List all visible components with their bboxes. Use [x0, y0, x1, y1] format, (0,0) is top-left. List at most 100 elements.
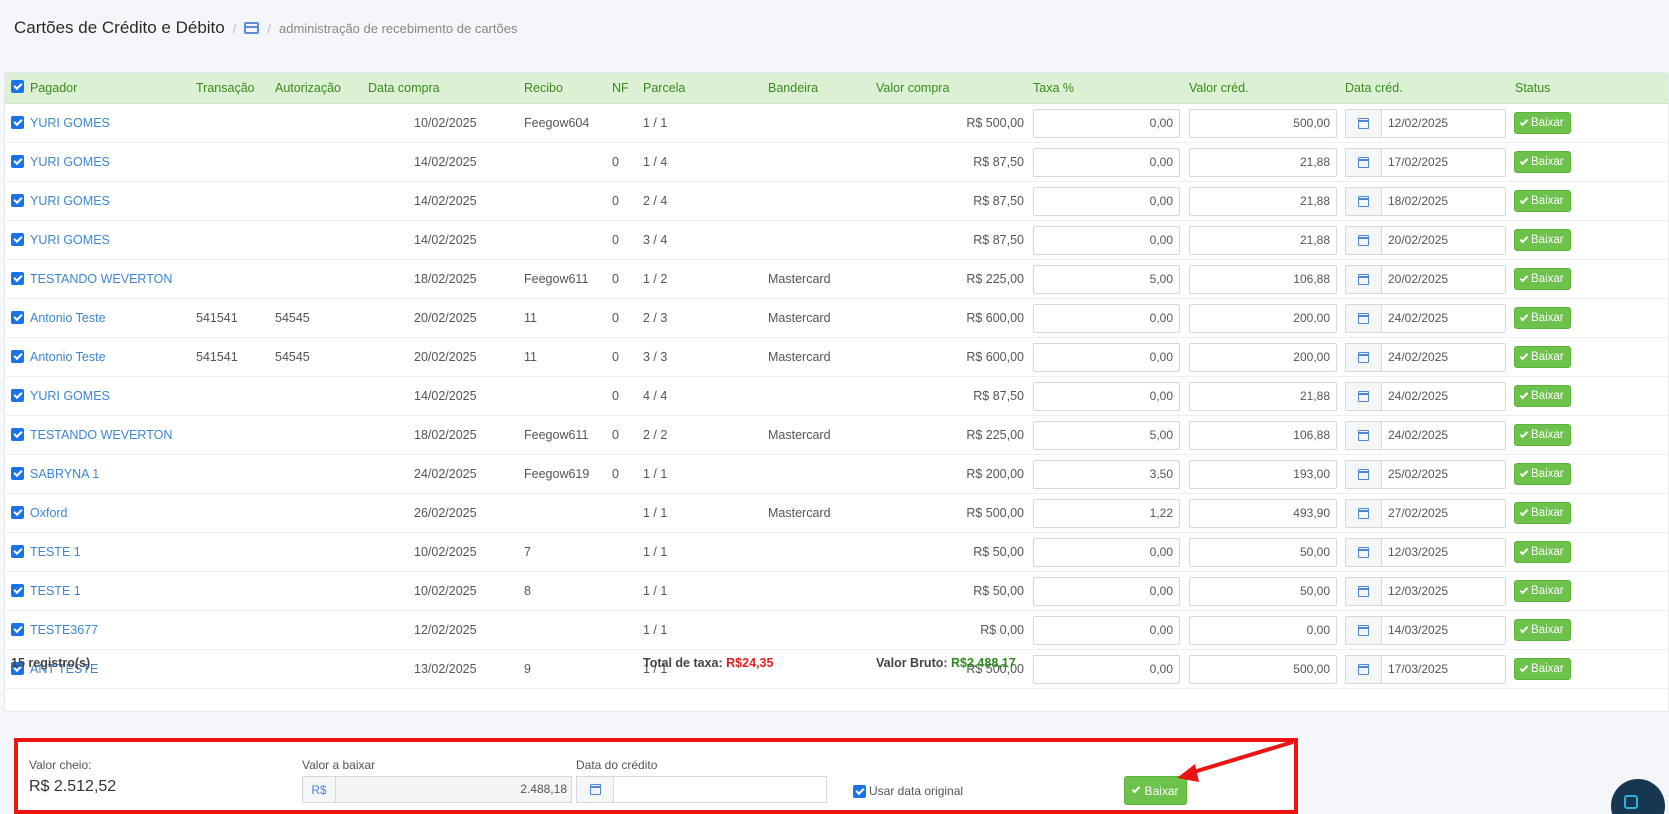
- row-baixar-button[interactable]: Baixar: [1514, 463, 1571, 485]
- col-autorizacao[interactable]: Autorização: [275, 73, 341, 104]
- row-baixar-button[interactable]: Baixar: [1514, 112, 1571, 134]
- payer-link[interactable]: TESTANDO WEVERTON: [30, 260, 172, 299]
- credit-date-calendar-button[interactable]: [1345, 460, 1381, 489]
- payer-link[interactable]: SABRYNA 1: [30, 455, 99, 494]
- row-baixar-button[interactable]: Baixar: [1514, 229, 1571, 251]
- credit-date-calendar-button[interactable]: [1345, 343, 1381, 372]
- col-pagador[interactable]: Pagador: [30, 73, 77, 104]
- payer-link[interactable]: YURI GOMES: [30, 221, 110, 260]
- credit-value-input[interactable]: 200,00: [1189, 343, 1337, 372]
- payer-link[interactable]: Antonio Teste: [30, 338, 106, 377]
- credit-date-calendar-button[interactable]: [1345, 382, 1381, 411]
- payer-link[interactable]: YURI GOMES: [30, 143, 110, 182]
- credit-date-input[interactable]: 12/03/2025: [1381, 577, 1506, 606]
- credit-date-input[interactable]: 24/02/2025: [1381, 343, 1506, 372]
- row-baixar-button[interactable]: Baixar: [1514, 502, 1571, 524]
- usar-data-original-checkbox[interactable]: [853, 785, 866, 798]
- row-checkbox[interactable]: [11, 311, 24, 324]
- credit-date-input[interactable]: 20/02/2025: [1381, 265, 1506, 294]
- credit-date-calendar-button[interactable]: [1345, 109, 1381, 138]
- payer-link[interactable]: TESTANDO WEVERTON: [30, 416, 172, 455]
- credit-date-input[interactable]: 24/02/2025: [1381, 382, 1506, 411]
- row-baixar-button[interactable]: Baixar: [1514, 619, 1571, 641]
- credit-date-input[interactable]: 14/03/2025: [1381, 616, 1506, 645]
- fee-percent-input[interactable]: 5,00: [1033, 421, 1180, 450]
- credit-date-calendar-button[interactable]: [1345, 226, 1381, 255]
- row-checkbox[interactable]: [11, 350, 24, 363]
- row-checkbox[interactable]: [11, 116, 24, 129]
- credit-value-input[interactable]: 106,88: [1189, 421, 1337, 450]
- credit-date-input[interactable]: 12/03/2025: [1381, 538, 1506, 567]
- credit-value-input[interactable]: 0,00: [1189, 616, 1337, 645]
- credit-date-calendar-button[interactable]: [1345, 577, 1381, 606]
- fee-percent-input[interactable]: 1,22: [1033, 499, 1180, 528]
- credit-date-input[interactable]: 25/02/2025: [1381, 460, 1506, 489]
- row-baixar-button[interactable]: Baixar: [1514, 268, 1571, 290]
- credit-value-input[interactable]: 200,00: [1189, 304, 1337, 333]
- credit-date-calendar-button[interactable]: [1345, 499, 1381, 528]
- credit-date-input[interactable]: 27/02/2025: [1381, 499, 1506, 528]
- row-checkbox[interactable]: [11, 194, 24, 207]
- fee-percent-input[interactable]: 0,00: [1033, 538, 1180, 567]
- credit-date-calendar-button[interactable]: [1345, 421, 1381, 450]
- fee-percent-input[interactable]: 5,00: [1033, 265, 1180, 294]
- credit-value-input[interactable]: 21,88: [1189, 382, 1337, 411]
- credit-date-calendar-button[interactable]: [1345, 187, 1381, 216]
- credit-value-input[interactable]: 21,88: [1189, 148, 1337, 177]
- credit-value-input[interactable]: 193,00: [1189, 460, 1337, 489]
- col-taxa[interactable]: Taxa %: [1033, 73, 1074, 104]
- col-valor-compra[interactable]: Valor compra: [876, 73, 949, 104]
- col-parcela[interactable]: Parcela: [643, 73, 685, 104]
- col-bandeira[interactable]: Bandeira: [768, 73, 818, 104]
- credit-date-input[interactable]: 20/02/2025: [1381, 226, 1506, 255]
- fee-percent-input[interactable]: 0,00: [1033, 577, 1180, 606]
- credit-date-calendar-button[interactable]: [1345, 304, 1381, 333]
- credit-date-calendar-button[interactable]: [1345, 538, 1381, 567]
- fee-percent-input[interactable]: 0,00: [1033, 304, 1180, 333]
- payer-link[interactable]: TESTE 1: [30, 572, 81, 611]
- row-baixar-button[interactable]: Baixar: [1514, 307, 1571, 329]
- row-baixar-button[interactable]: Baixar: [1514, 580, 1571, 602]
- row-baixar-button[interactable]: Baixar: [1514, 424, 1571, 446]
- row-baixar-button[interactable]: Baixar: [1514, 385, 1571, 407]
- data-credito-input[interactable]: [613, 776, 827, 803]
- payer-link[interactable]: YURI GOMES: [30, 182, 110, 221]
- row-checkbox[interactable]: [11, 155, 24, 168]
- fee-percent-input[interactable]: 0,00: [1033, 616, 1180, 645]
- credit-date-input[interactable]: 24/02/2025: [1381, 421, 1506, 450]
- credit-value-input[interactable]: 106,88: [1189, 265, 1337, 294]
- payer-link[interactable]: YURI GOMES: [30, 377, 110, 416]
- credit-date-input[interactable]: 18/02/2025: [1381, 187, 1506, 216]
- fee-percent-input[interactable]: 0,00: [1033, 187, 1180, 216]
- credit-date-input[interactable]: 12/02/2025: [1381, 109, 1506, 138]
- credit-date-calendar-button[interactable]: [1345, 265, 1381, 294]
- credit-date-input[interactable]: 17/02/2025: [1381, 148, 1506, 177]
- select-all-checkbox[interactable]: [11, 80, 24, 93]
- col-transacao[interactable]: Transação: [196, 73, 255, 104]
- row-baixar-button[interactable]: Baixar: [1514, 346, 1571, 368]
- payer-link[interactable]: TESTE 1: [30, 533, 81, 572]
- credit-value-input[interactable]: 50,00: [1189, 577, 1337, 606]
- col-recibo[interactable]: Recibo: [524, 73, 563, 104]
- row-checkbox[interactable]: [11, 506, 24, 519]
- data-credito-calendar-button[interactable]: [576, 776, 614, 803]
- row-checkbox[interactable]: [11, 545, 24, 558]
- credit-date-calendar-button[interactable]: [1345, 616, 1381, 645]
- fee-percent-input[interactable]: 0,00: [1033, 109, 1180, 138]
- credit-value-input[interactable]: 493,90: [1189, 499, 1337, 528]
- row-checkbox[interactable]: [11, 584, 24, 597]
- col-valor-cred[interactable]: Valor créd.: [1189, 73, 1249, 104]
- credit-value-input[interactable]: 50,00: [1189, 538, 1337, 567]
- row-baixar-button[interactable]: Baixar: [1514, 151, 1571, 173]
- credit-date-input[interactable]: 24/02/2025: [1381, 304, 1506, 333]
- row-baixar-button[interactable]: Baixar: [1514, 541, 1571, 563]
- valor-baixar-input[interactable]: 2.488,18: [335, 776, 572, 803]
- row-checkbox[interactable]: [11, 428, 24, 441]
- payer-link[interactable]: YURI GOMES: [30, 104, 110, 143]
- payer-link[interactable]: Antonio Teste: [30, 299, 106, 338]
- fee-percent-input[interactable]: 3,50: [1033, 460, 1180, 489]
- fee-percent-input[interactable]: 0,00: [1033, 382, 1180, 411]
- col-data-compra[interactable]: Data compra: [368, 73, 440, 104]
- payer-link[interactable]: Oxford: [30, 494, 68, 533]
- col-data-cred[interactable]: Data créd.: [1345, 73, 1403, 104]
